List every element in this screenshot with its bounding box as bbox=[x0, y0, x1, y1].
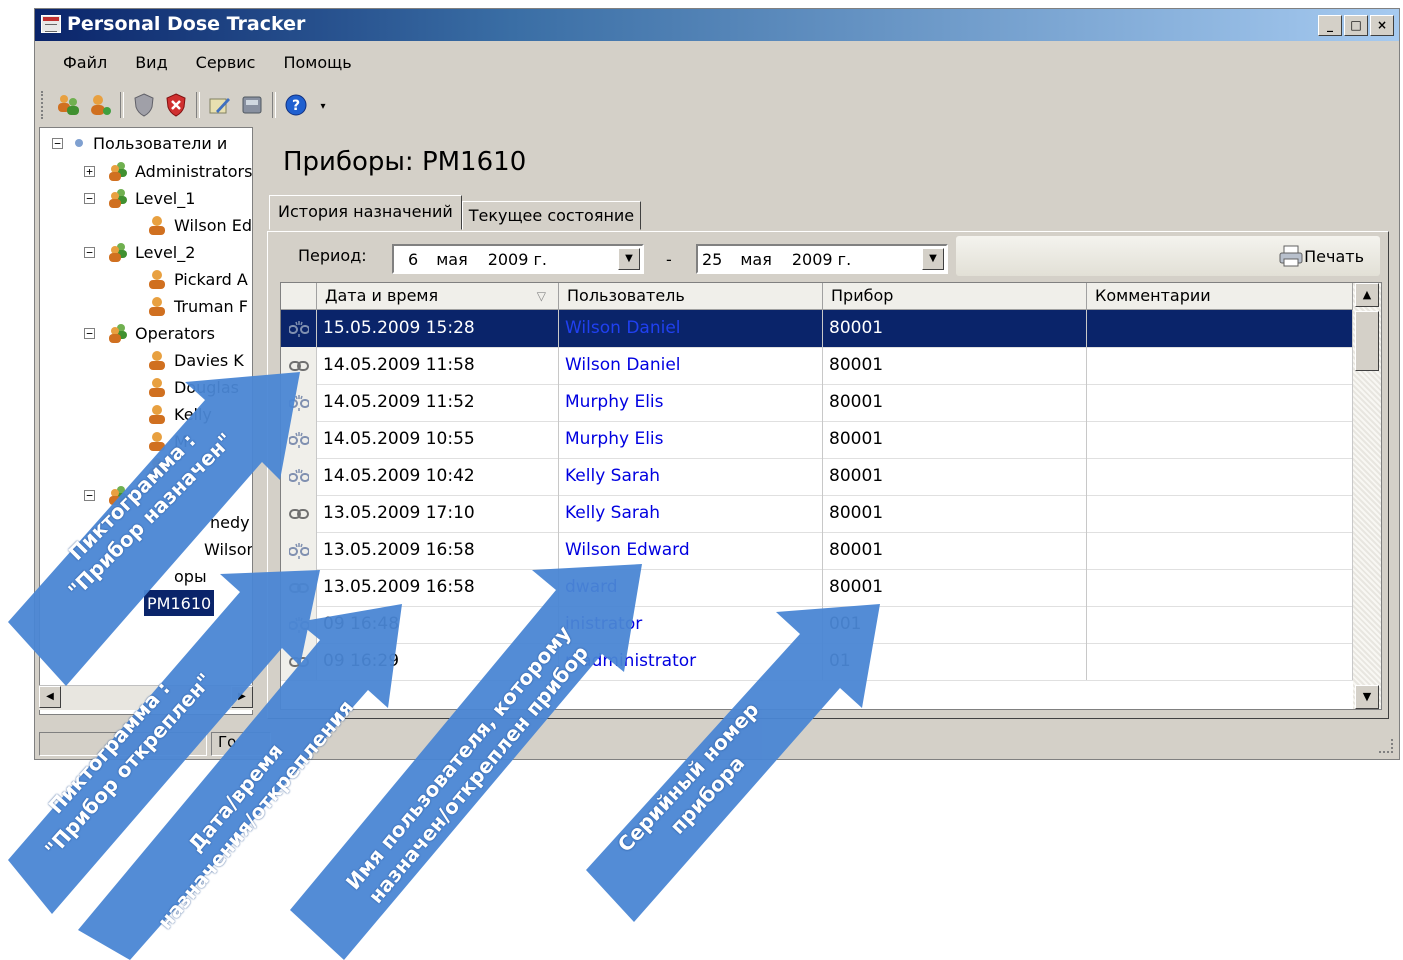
tab-assignment-history[interactable]: История назначений bbox=[269, 195, 462, 230]
